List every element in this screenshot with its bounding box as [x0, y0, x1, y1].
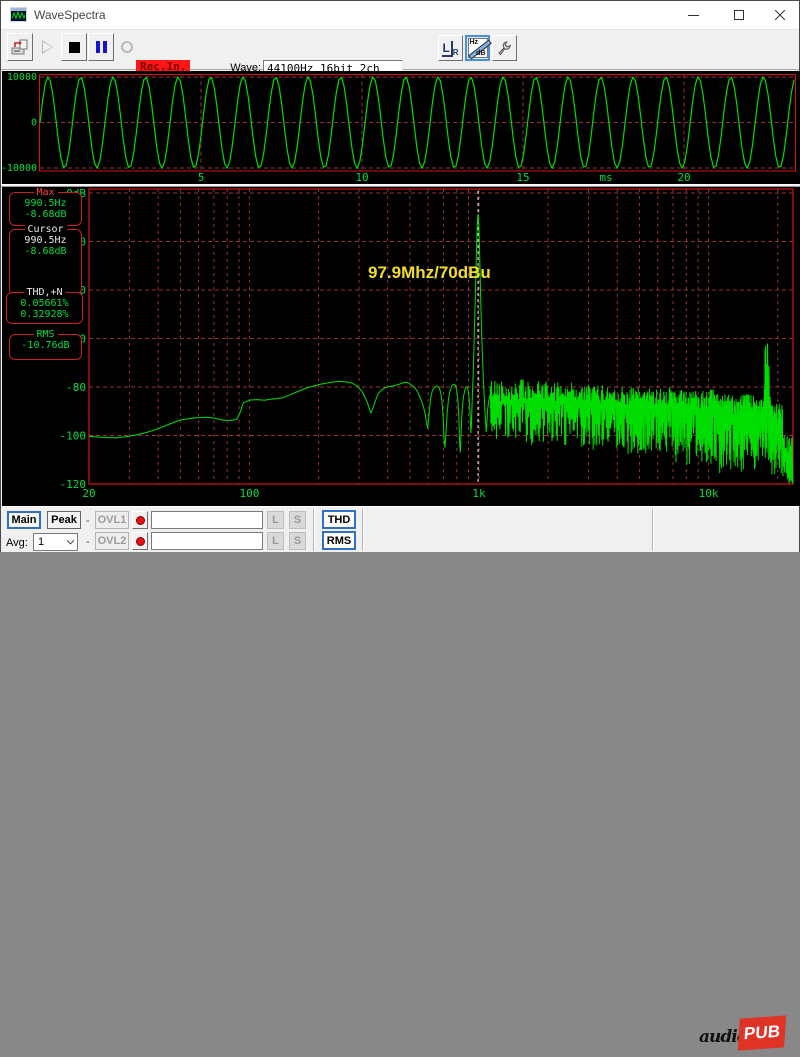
audiopub-logo: audio PUB [659, 1013, 795, 1057]
y-axis-tick: -100 [60, 430, 87, 443]
open-device-button[interactable] [7, 33, 33, 61]
rms-button[interactable]: RMS [322, 531, 356, 550]
ovl1-load-button[interactable]: L [267, 511, 284, 529]
avg-select[interactable]: 1 [33, 533, 78, 551]
close-button[interactable] [761, 1, 799, 29]
peak-annotation: 97.9Mhz/70dBu [368, 263, 491, 283]
wrench-icon [496, 39, 514, 57]
avg-value: 1 [38, 536, 44, 548]
spectrum-panel: 0dB-20-40-60-80-100-120201001k10k Max 99… [2, 187, 800, 506]
red-dot-icon [136, 537, 145, 546]
x-axis-tick: 100 [240, 487, 260, 500]
lr-channel-button[interactable]: LR [438, 35, 463, 61]
divider [652, 509, 654, 551]
cursor-frequency: 990.5Hz [10, 235, 81, 246]
x-axis-tick: 20 [82, 487, 95, 500]
ovl1-file-field[interactable] [151, 511, 263, 529]
cursor-readout-title: Cursor [24, 224, 66, 235]
app-icon [10, 7, 27, 22]
ovl2-record-button[interactable] [132, 532, 148, 550]
maximize-icon [734, 10, 744, 20]
cursor-level: -8.68dB [10, 246, 81, 257]
window-title: WaveSpectra [34, 8, 106, 22]
dash-separator: - [86, 536, 90, 548]
peak-button[interactable]: Peak [47, 511, 81, 529]
close-icon [775, 10, 785, 20]
thd-value-1: 0.05661% [7, 298, 82, 309]
max-readout-title: Max [33, 187, 57, 198]
ovl1-record-button[interactable] [132, 511, 148, 529]
avg-label: Avg: [6, 537, 28, 549]
spectrum-plot[interactable]: 0dB-20-40-60-80-100-120201001k10k [2, 187, 800, 506]
thd-value-2: 0.32928% [7, 309, 82, 320]
y-axis-tick: -10000 [2, 163, 37, 174]
minimize-icon [688, 10, 699, 21]
ovl2-load-button[interactable]: L [267, 532, 284, 550]
pause-icon [96, 41, 107, 53]
ovl1-button[interactable]: OVL1 [95, 511, 129, 529]
rms-value: -10.76dB [10, 340, 81, 351]
cursor-readout: Cursor 990.5Hz -8.68dB [9, 229, 82, 295]
max-level: -8.68dB [10, 209, 81, 220]
red-dot-icon [136, 516, 145, 525]
dash-separator: - [86, 515, 90, 527]
pause-button[interactable] [88, 33, 114, 61]
main-button[interactable]: Main [7, 511, 41, 529]
ovl1-save-button[interactable]: S [289, 511, 306, 529]
minimize-button[interactable] [671, 1, 716, 29]
x-axis-tick: 10k [699, 487, 719, 500]
open-device-icon [11, 39, 29, 55]
app-window: WaveSpectra [0, 0, 800, 552]
settings-button[interactable] [492, 35, 517, 61]
divider [362, 509, 364, 551]
y-axis-tick: 0 [31, 118, 37, 129]
hz-db-scale-button[interactable]: HzdB [465, 35, 490, 61]
lr-channel-icon: LR [442, 41, 458, 55]
stop-icon [69, 42, 80, 53]
play-icon [42, 40, 53, 54]
ovl2-save-button[interactable]: S [289, 532, 306, 550]
divider [313, 509, 315, 551]
waveform-panel: 10000 0 -10000 5 10 15 20 ms [2, 71, 800, 184]
x-axis-tick: 1k [472, 487, 486, 500]
rms-readout: RMS -10.76dB [9, 334, 82, 360]
toolbar: Rec.In. Wave: 44100Hz 16bit 2ch FFT: 409… [1, 29, 799, 70]
x-axis-unit: ms [599, 171, 612, 184]
thd-readout: THD,+N 0.05661% 0.32928% [6, 292, 83, 324]
rms-readout-title: RMS [33, 329, 57, 340]
waveform-plot[interactable]: 10000 0 -10000 5 10 15 20 ms [2, 71, 800, 184]
x-axis-tick: 20 [677, 171, 690, 184]
thd-button[interactable]: THD [322, 510, 356, 529]
chevron-down-icon [67, 540, 74, 545]
x-axis-tick: 5 [198, 171, 205, 184]
hz-db-icon: HzdB [468, 38, 488, 58]
maximize-button[interactable] [716, 1, 761, 29]
max-frequency: 990.5Hz [10, 198, 81, 209]
x-axis-tick: 10 [355, 171, 368, 184]
spectrum-trace [89, 214, 793, 484]
title-bar: WaveSpectra [1, 1, 799, 29]
thd-readout-title: THD,+N [23, 287, 65, 298]
record-button[interactable] [114, 33, 140, 61]
y-axis-tick: -80 [66, 381, 86, 394]
stop-button[interactable] [61, 33, 87, 61]
y-axis-tick: 10000 [7, 72, 37, 83]
play-button[interactable] [34, 33, 60, 61]
ovl2-file-field[interactable] [151, 532, 263, 550]
max-readout: Max 990.5Hz -8.68dB [9, 192, 82, 226]
x-axis-tick: 15 [516, 171, 529, 184]
bottom-bar: Main Peak - OVL1 L S THD Avg: 1 - OVL2 L… [1, 506, 799, 552]
record-icon [121, 41, 133, 53]
ovl2-button[interactable]: OVL2 [95, 532, 129, 550]
logo-pub-badge: PUB [738, 1015, 787, 1050]
